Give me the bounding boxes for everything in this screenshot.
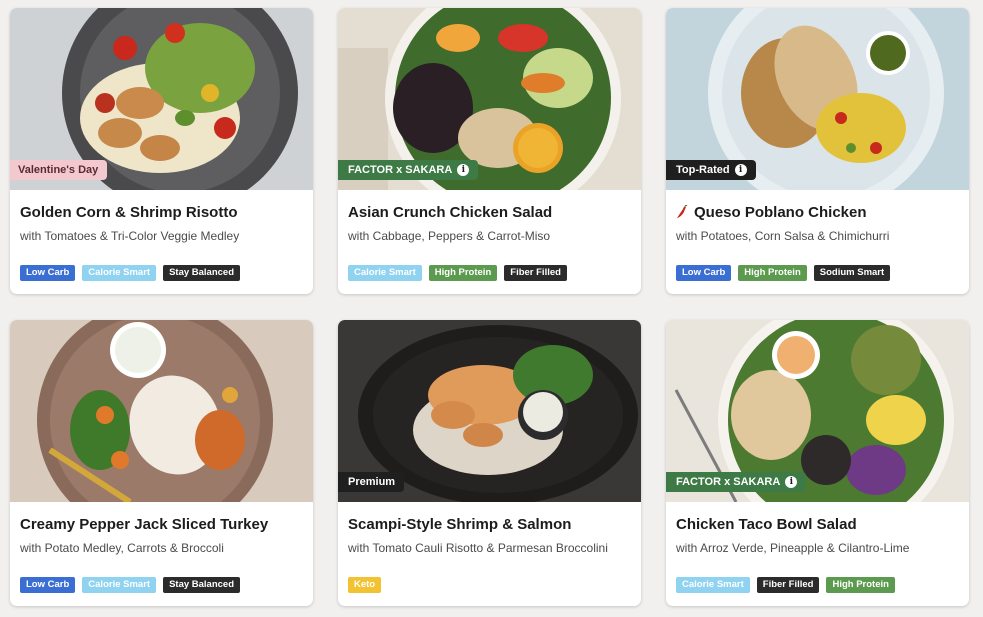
meal-title-text[interactable]: Creamy Pepper Jack Sliced Turkey <box>20 516 268 533</box>
badge-label: Premium <box>348 476 396 488</box>
badge-label: FACTOR x SAKARA <box>348 164 453 176</box>
meal-photo[interactable]: Valentine's Day <box>10 8 313 190</box>
tag-fiber-filled: Fiber Filled <box>504 265 567 281</box>
chili-pepper-icon <box>677 205 688 218</box>
meal-card-golden-corn-shrimp-risotto[interactable]: Valentine's Day Golden Corn & Shrimp Ris… <box>10 8 313 294</box>
badge-label: Valentine's Day <box>18 164 99 176</box>
meal-card-chicken-taco-bowl-salad[interactable]: FACTOR x SAKARA i Chicken Taco Bowl Sala… <box>666 320 969 606</box>
meal-tags: Low Carb High Protein Sodium Smart <box>676 265 959 281</box>
meal-title-text[interactable]: Queso Poblano Chicken <box>694 204 867 221</box>
meal-tags: Calorie Smart High Protein Fiber Filled <box>348 265 631 281</box>
badge-factor-x-sakara[interactable]: FACTOR x SAKARA i <box>666 472 807 492</box>
tag-low-carb: Low Carb <box>20 577 76 593</box>
badge-label: FACTOR x SAKARA <box>676 476 781 488</box>
tag-high-protein: High Protein <box>826 577 895 593</box>
meal-title[interactable]: Chicken Taco Bowl Salad <box>676 514 959 534</box>
meal-card-creamy-pepper-jack-sliced-turkey[interactable]: Creamy Pepper Jack Sliced Turkey with Po… <box>10 320 313 606</box>
meal-subtitle: with Cabbage, Peppers & Carrot-Miso <box>348 229 551 243</box>
meal-grid: Valentine's Day Golden Corn & Shrimp Ris… <box>10 8 969 606</box>
meal-photo[interactable]: Premium <box>338 320 641 502</box>
meal-title[interactable]: Creamy Pepper Jack Sliced Turkey <box>20 514 303 534</box>
tag-high-protein: High Protein <box>738 265 807 281</box>
badge-factor-x-sakara[interactable]: FACTOR x SAKARA i <box>338 160 479 180</box>
meal-tags: Keto <box>348 577 631 593</box>
badge-top-rated[interactable]: Top-Rated i <box>666 160 756 180</box>
meal-subtitle: with Potatoes, Corn Salsa & Chimichurri <box>676 229 890 243</box>
meal-title-text[interactable]: Golden Corn & Shrimp Risotto <box>20 204 238 221</box>
tag-fiber-filled: Fiber Filled <box>756 577 820 593</box>
meal-subtitle: with Tomato Cauli Risotto & Parmesan Bro… <box>348 541 608 555</box>
meal-title[interactable]: Golden Corn & Shrimp Risotto <box>20 202 303 222</box>
meal-title[interactable]: Asian Crunch Chicken Salad <box>348 202 631 222</box>
tag-calorie-smart: Calorie Smart <box>82 265 157 281</box>
meal-title-text[interactable]: Scampi-Style Shrimp & Salmon <box>348 516 571 533</box>
meal-title[interactable]: Scampi-Style Shrimp & Salmon <box>348 514 631 534</box>
meal-subtitle: with Potato Medley, Carrots & Broccoli <box>20 541 224 555</box>
meal-photo[interactable]: Top-Rated i <box>666 8 969 190</box>
tag-high-protein: High Protein <box>428 265 498 281</box>
info-icon[interactable]: i <box>734 164 747 176</box>
info-icon[interactable]: i <box>785 476 798 488</box>
meal-card-queso-poblano-chicken[interactable]: Top-Rated i Queso Poblano Chicken with P… <box>666 8 969 294</box>
meal-subtitle: with Arroz Verde, Pineapple & Cilantro-L… <box>676 541 910 555</box>
badge-label: Top-Rated <box>676 164 730 176</box>
meal-tags: Low Carb Calorie Smart Stay Balanced <box>20 265 303 281</box>
meal-subtitle: with Tomatoes & Tri-Color Veggie Medley <box>20 229 240 243</box>
tag-calorie-smart: Calorie Smart <box>676 577 750 593</box>
tag-calorie-smart: Calorie Smart <box>82 577 157 593</box>
meal-title-text[interactable]: Asian Crunch Chicken Salad <box>348 204 552 221</box>
info-icon[interactable]: i <box>457 164 470 176</box>
meal-photo[interactable]: FACTOR x SAKARA i <box>338 8 641 190</box>
badge-valentines-day: Valentine's Day <box>10 160 108 180</box>
tag-stay-balanced: Stay Balanced <box>163 265 241 281</box>
badge-premium: Premium <box>338 472 405 492</box>
meal-title-text[interactable]: Chicken Taco Bowl Salad <box>676 516 857 533</box>
tag-low-carb: Low Carb <box>20 265 76 281</box>
tag-calorie-smart: Calorie Smart <box>348 265 422 281</box>
meal-tags: Low Carb Calorie Smart Stay Balanced <box>20 577 303 593</box>
meal-photo[interactable]: FACTOR x SAKARA i <box>666 320 969 502</box>
meal-photo[interactable] <box>10 320 313 502</box>
tag-sodium-smart: Sodium Smart <box>813 265 891 281</box>
meal-tags: Calorie Smart Fiber Filled High Protein <box>676 577 959 593</box>
meal-card-scampi-style-shrimp-salmon[interactable]: Premium Scampi-Style Shrimp & Salmon wit… <box>338 320 641 606</box>
meal-title[interactable]: Queso Poblano Chicken <box>676 202 959 222</box>
tag-stay-balanced: Stay Balanced <box>163 577 241 593</box>
meal-card-asian-crunch-chicken-salad[interactable]: FACTOR x SAKARA i Asian Crunch Chicken S… <box>338 8 641 294</box>
tag-keto: Keto <box>348 577 382 593</box>
tag-low-carb: Low Carb <box>676 265 732 281</box>
